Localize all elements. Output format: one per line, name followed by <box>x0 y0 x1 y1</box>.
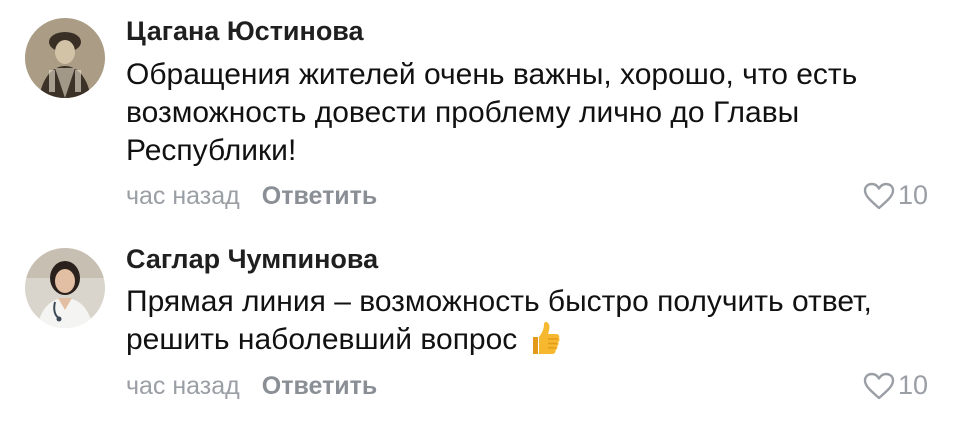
reply-button[interactable]: Ответить <box>262 372 378 400</box>
comment-meta: час назад Ответить <box>126 182 377 211</box>
like-count: 10 <box>897 180 928 210</box>
comment-text-fragment: решить наболевший вопрос <box>126 323 518 356</box>
heart-icon <box>863 372 895 399</box>
comment-text-line: Обращения жителей очень важны, хорошо, ч… <box>126 58 858 91</box>
like-button[interactable]: 10 <box>863 370 928 401</box>
comment-text-line: решить наболевший вопрос <box>126 321 946 367</box>
heart-icon <box>863 182 895 209</box>
comment-author[interactable]: Саглар Чумпинова <box>126 244 378 275</box>
like-button[interactable]: 10 <box>863 180 928 211</box>
comment-author[interactable]: Цагана Юстинова <box>126 16 364 47</box>
avatar[interactable] <box>25 18 105 98</box>
comment-meta: час назад Ответить <box>126 372 377 401</box>
comment-text-line: Республики! <box>126 134 297 167</box>
comment-timestamp: час назад <box>126 372 240 400</box>
avatar-photo-doctor <box>25 248 105 328</box>
comment-text: Обращения жителей очень важны, хорошо, ч… <box>126 56 946 170</box>
avatar[interactable] <box>25 248 105 328</box>
comment-text-line: Прямая линия – возможность быстро получи… <box>126 285 872 318</box>
like-count: 10 <box>897 370 928 400</box>
comment-timestamp: час назад <box>126 182 240 210</box>
avatar-photo-vintage <box>25 18 105 98</box>
thumbs-up-icon <box>527 321 561 367</box>
reply-button[interactable]: Ответить <box>262 182 378 210</box>
comment-text: Прямая линия – возможность быстро получи… <box>126 283 946 367</box>
comment-text-line: возможность довести проблему лично до Гл… <box>126 96 800 129</box>
